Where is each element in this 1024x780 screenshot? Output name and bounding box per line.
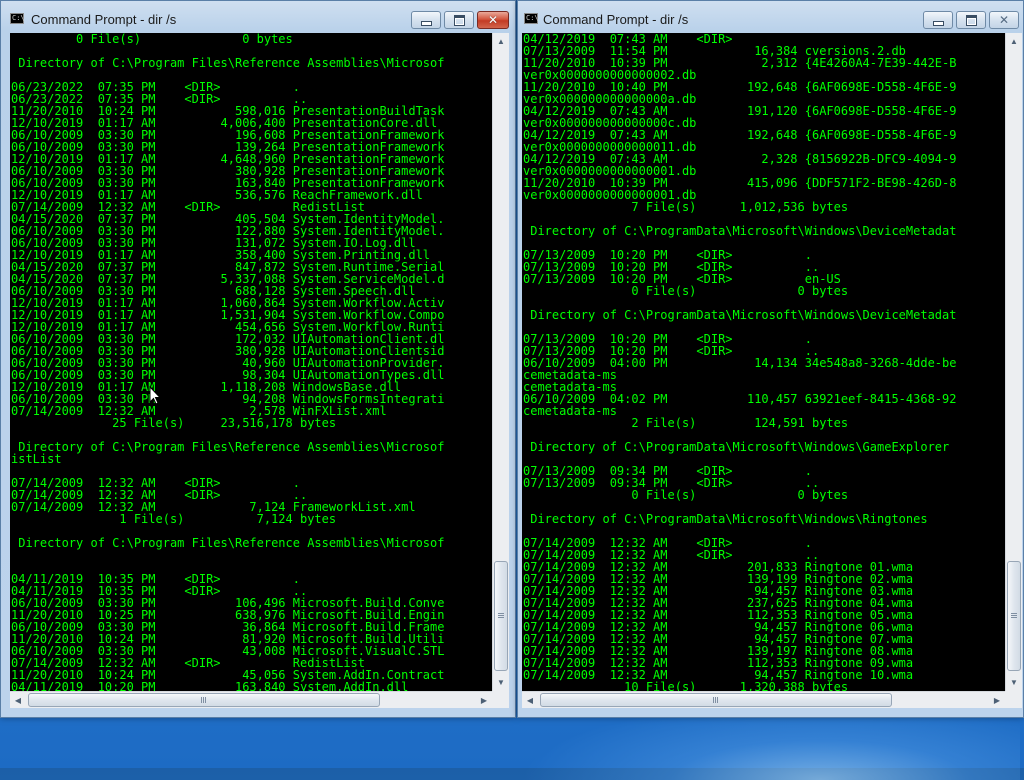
console-line: 2 File(s) 124,591 bytes [523, 416, 849, 430]
console-line: Directory of C:\Program Files\Reference … [11, 536, 445, 550]
close-icon: ✕ [487, 13, 499, 27]
horizontal-scrollbar-thumb[interactable] [28, 693, 380, 707]
resize-grip[interactable] [492, 691, 509, 708]
maximize-icon [965, 14, 977, 26]
scroll-down-arrow-icon[interactable]: ▼ [1006, 674, 1022, 691]
console-line: 7 File(s) 1,012,536 bytes [523, 200, 849, 214]
scroll-down-arrow-icon[interactable]: ▼ [493, 674, 509, 691]
minimize-icon [420, 20, 432, 26]
grip-icon [498, 613, 504, 619]
console-line: 25 File(s) 23,516,178 bytes [11, 416, 337, 430]
resize-grip[interactable] [1005, 691, 1022, 708]
title-bar[interactable]: C:\ Command Prompt - dir /s ✕ [518, 1, 1023, 37]
window-title: Command Prompt - dir /s [31, 12, 177, 27]
console-line: Directory of C:\ProgramData\Microsoft\Wi… [523, 224, 957, 238]
command-prompt-window-left[interactable]: C:\ Command Prompt - dir /s ✕ 0 File(s) … [0, 0, 516, 718]
close-button[interactable]: ✕ [477, 11, 509, 29]
scrollbar-thumb[interactable] [1007, 561, 1021, 671]
vertical-scrollbar[interactable]: ▲ ▼ [492, 33, 509, 691]
console-output[interactable]: 04/12/2019 07:43 AM <DIR> 07/13/2009 11:5… [522, 33, 1005, 691]
horizontal-scrollbar-thumb[interactable] [540, 693, 892, 707]
console-line: 0 File(s) 0 bytes [523, 488, 849, 502]
minimize-button[interactable] [411, 11, 441, 29]
console-line: 1 File(s) 7,124 bytes [11, 512, 337, 526]
scroll-left-arrow-icon[interactable]: ◀ [522, 692, 538, 708]
cmd-app-icon[interactable]: C:\ [10, 13, 25, 24]
vertical-scrollbar[interactable]: ▲ ▼ [1005, 33, 1022, 691]
console-line: Directory of C:\Program Files\Reference … [11, 56, 445, 70]
console-line: 0 File(s) 0 bytes [11, 33, 293, 46]
console-line: 04/11/2019 10:20 PM 163,840 System.AddIn… [11, 680, 409, 691]
scroll-right-arrow-icon[interactable]: ▶ [989, 692, 1005, 708]
close-button[interactable]: ✕ [989, 11, 1019, 29]
scroll-right-arrow-icon[interactable]: ▶ [476, 692, 492, 708]
cmd-app-icon[interactable]: C:\ [524, 13, 539, 24]
scroll-up-arrow-icon[interactable]: ▲ [493, 33, 509, 50]
console-line: Directory of C:\ProgramData\Microsoft\Wi… [523, 308, 957, 322]
console-line: Directory of C:\Program Files\Reference … [11, 440, 445, 454]
horizontal-scrollbar[interactable]: ◀ ▶ [522, 691, 1005, 708]
console-output[interactable]: 0 File(s) 0 bytes Directory of C:\Progra… [10, 33, 492, 691]
grip-icon [713, 697, 719, 703]
maximize-button[interactable] [956, 11, 986, 29]
console-line: 0 File(s) 0 bytes [523, 284, 849, 298]
minimize-button[interactable] [923, 11, 953, 29]
grip-icon [1011, 613, 1017, 619]
scroll-left-arrow-icon[interactable]: ◀ [10, 692, 26, 708]
maximize-button[interactable] [444, 11, 474, 29]
console-line: 10 File(s) 1,320,388 bytes [523, 680, 849, 691]
window-title: Command Prompt - dir /s [543, 12, 689, 27]
minimize-icon [932, 20, 944, 26]
title-bar[interactable]: C:\ Command Prompt - dir /s ✕ [1, 1, 515, 37]
mouse-cursor-icon [149, 386, 161, 405]
console-line: Directory of C:\ProgramData\Microsoft\Wi… [523, 440, 950, 454]
grip-icon [201, 697, 207, 703]
command-prompt-window-right[interactable]: C:\ Command Prompt - dir /s ✕ 04/12/2019… [517, 0, 1024, 718]
console-line: istList [11, 452, 62, 466]
close-icon: ✕ [998, 13, 1010, 27]
horizontal-scrollbar[interactable]: ◀ ▶ [10, 691, 492, 708]
scrollbar-thumb[interactable] [494, 561, 508, 671]
scroll-up-arrow-icon[interactable]: ▲ [1006, 33, 1022, 50]
maximize-icon [453, 14, 465, 26]
console-line: Directory of C:\ProgramData\Microsoft\Wi… [523, 512, 928, 526]
